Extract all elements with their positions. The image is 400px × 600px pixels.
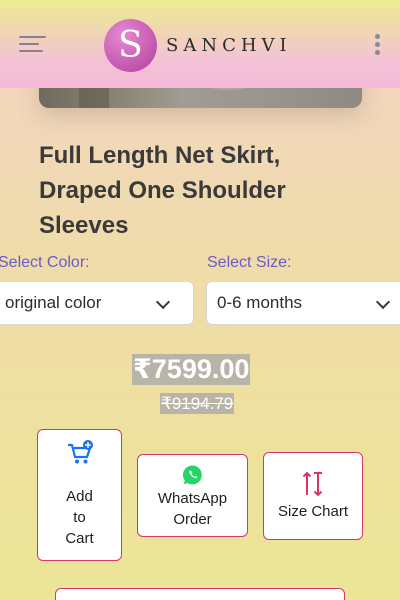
product-title: Full Length Net Skirt, Draped One Should… [39,142,286,239]
chevron-down-icon [375,294,391,310]
color-select-value: original color [5,293,102,312]
size-select[interactable]: 0-6 months [206,281,400,325]
whatsapp-order-button[interactable]: WhatsApp Order [137,454,248,537]
current-price: ₹7599.00 [132,354,251,385]
color-select-label: Select Color: [0,254,90,271]
add-to-cart-label: Add to Cart [65,488,94,547]
original-price: ₹9194.79 [160,393,235,414]
size-select-value: 0-6 months [217,293,303,312]
size-chart-button[interactable]: Size Chart [263,452,363,540]
size-chart-label: Size Chart [277,503,349,520]
hamburger-menu-icon[interactable] [19,36,46,54]
size-select-label: Select Size: [207,254,292,271]
color-select[interactable]: original color [0,281,194,325]
cart-plus-icon [67,440,93,464]
size-arrows-icon [302,471,323,497]
add-to-cart-button[interactable]: Add to Cart [37,429,122,561]
bottom-action-button[interactable] [55,588,345,600]
whatsapp-order-label: WhatsApp Order [157,490,228,528]
logo-icon[interactable]: S [104,19,157,72]
kebab-menu-icon[interactable] [375,34,381,56]
app-header: S SANCHVI [0,0,400,88]
chevron-down-icon [155,294,171,310]
whatsapp-icon [182,465,202,485]
brand-name[interactable]: SANCHVI [166,35,292,56]
